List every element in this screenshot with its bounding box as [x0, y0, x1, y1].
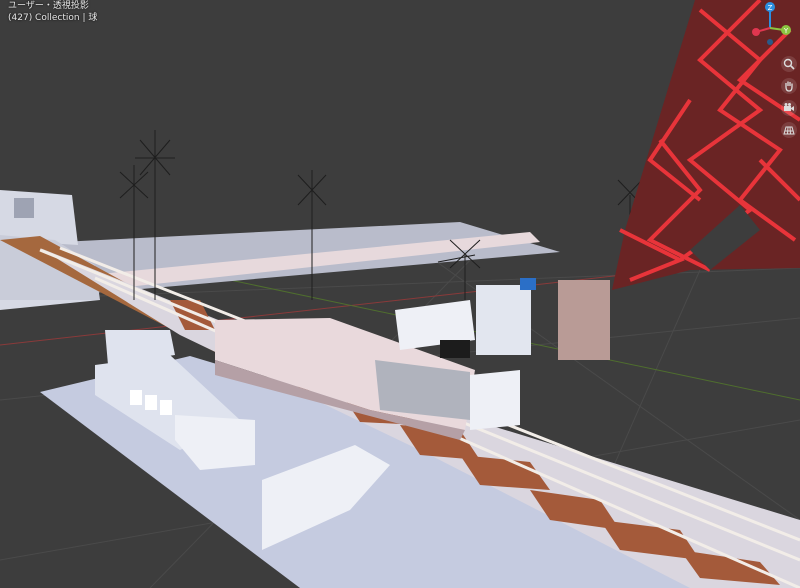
bench-2	[145, 395, 157, 410]
y-axis-label: Y	[783, 27, 789, 35]
hand-pan-icon[interactable]	[781, 78, 797, 94]
viewport-title: ユーザー・透視投影	[8, 1, 89, 11]
bench-1	[130, 390, 142, 405]
3d-viewport[interactable]: ユーザー・透視投影 (427) Collection | 球 Z Y	[0, 0, 800, 588]
station-sign	[520, 278, 536, 290]
scene-canvas[interactable]	[0, 0, 800, 588]
ortho-grid-icon[interactable]	[781, 122, 797, 138]
bench-3	[160, 400, 172, 415]
x-axis-ball[interactable]	[752, 28, 760, 36]
brick-building	[558, 280, 610, 360]
station-tower	[476, 285, 531, 355]
collection-label: (427) Collection | 球	[8, 13, 98, 23]
camera-view-icon[interactable]	[781, 100, 797, 116]
kiosk-block	[470, 370, 520, 430]
left-building-window	[14, 198, 34, 218]
orientation-gizmo[interactable]: Z Y	[748, 0, 796, 48]
z-axis-label: Z	[768, 4, 773, 12]
dark-hole	[440, 340, 470, 358]
zoom-icon[interactable]	[781, 56, 797, 72]
neg-z-axis-ball[interactable]	[767, 39, 773, 45]
